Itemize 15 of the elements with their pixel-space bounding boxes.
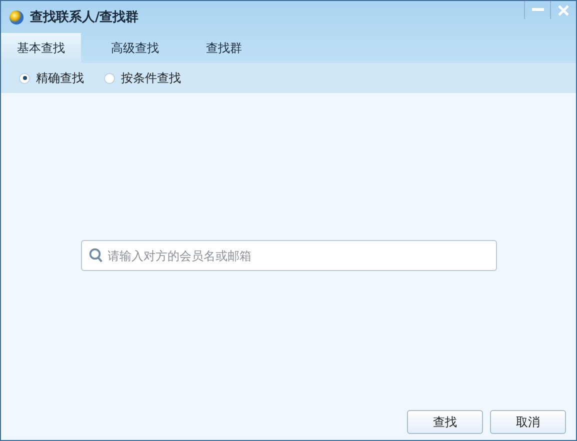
- minimize-icon: [532, 8, 544, 12]
- search-icon: [88, 248, 102, 263]
- radio-label[interactable]: 按条件查找: [121, 70, 181, 86]
- radio-label[interactable]: 精确查找: [36, 70, 84, 86]
- window-title: 查找联系人/查找群: [30, 8, 139, 26]
- search-field[interactable]: 请输入对方的会员名或邮箱: [80, 240, 496, 271]
- radio-button[interactable]: [19, 72, 30, 84]
- dialog-button[interactable]: 取消: [490, 410, 566, 434]
- tab[interactable]: 查找群: [189, 33, 259, 63]
- dialog-button[interactable]: 查找: [407, 410, 483, 434]
- radio-button[interactable]: [104, 72, 115, 84]
- tab[interactable]: 高级查找: [95, 33, 175, 63]
- globe-logo-icon: [9, 10, 24, 24]
- tab[interactable]: 基本查找: [1, 33, 81, 63]
- close-icon: [558, 4, 569, 16]
